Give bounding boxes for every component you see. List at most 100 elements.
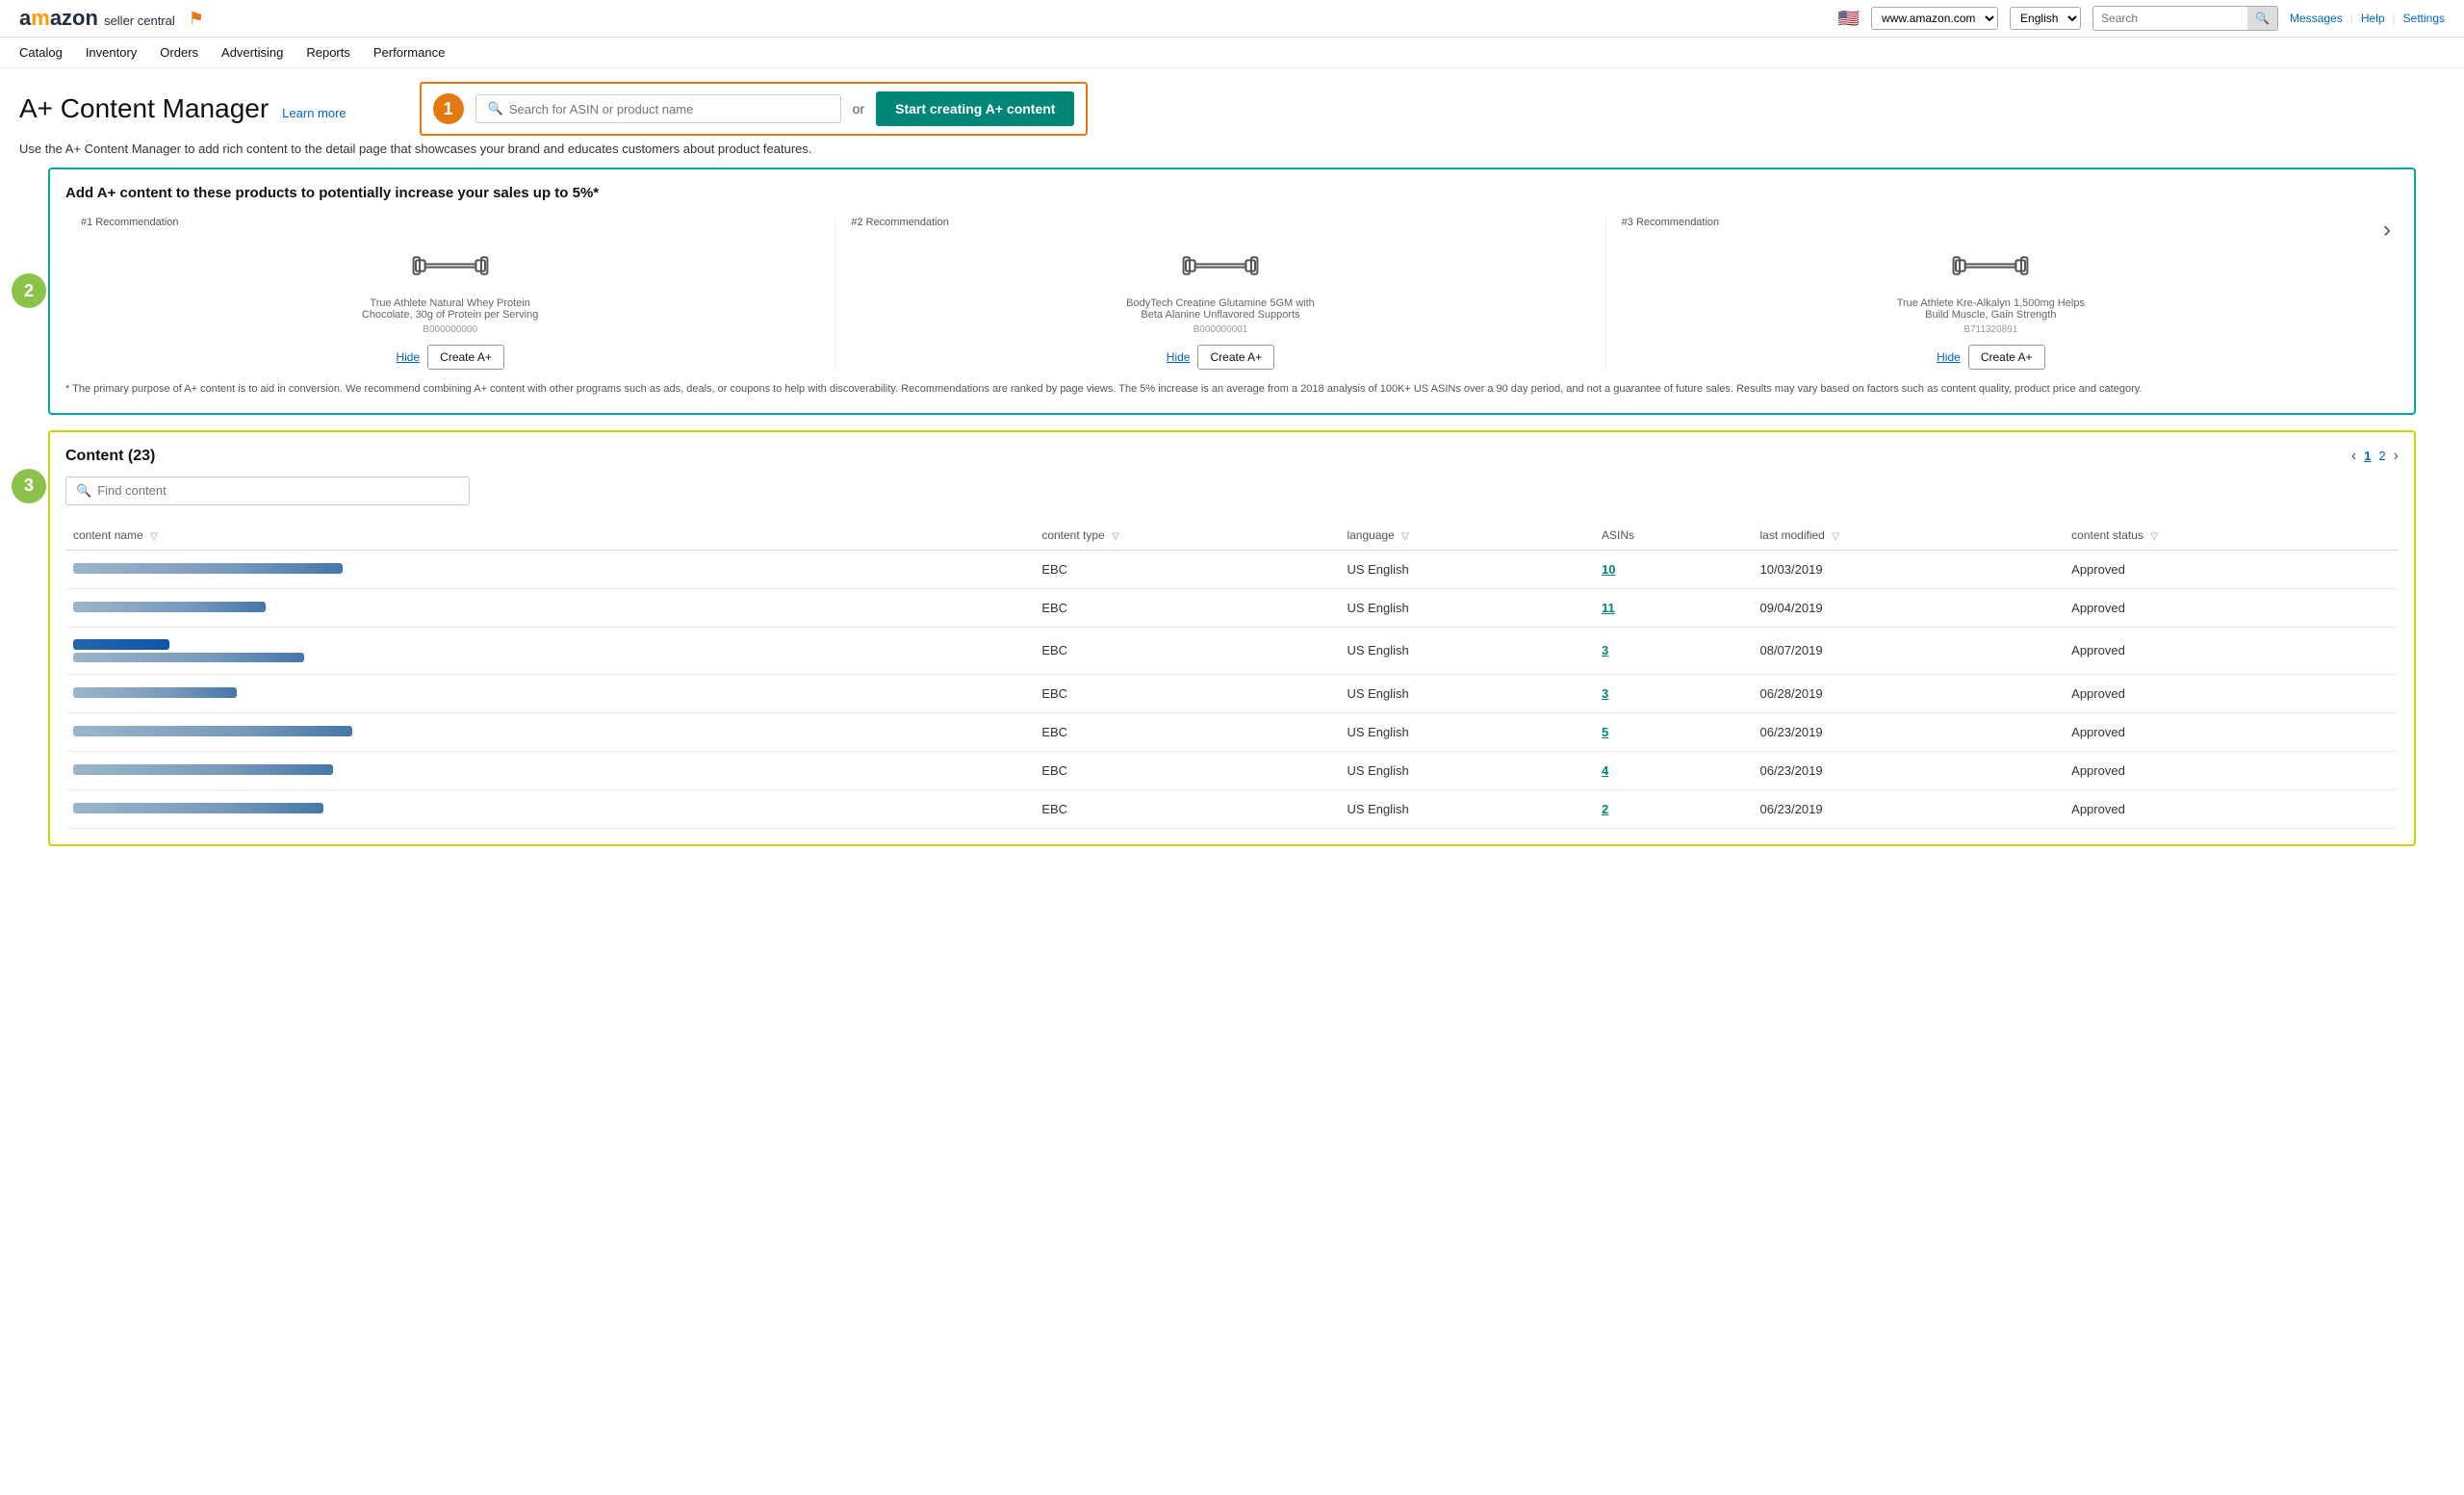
next-page-btn[interactable]: ›	[2394, 448, 2399, 465]
content-section: 3 Content (23) ‹ 1 2 › 🔍 content name	[29, 430, 2435, 846]
content-name-cell[interactable]	[65, 627, 1034, 674]
settings-link[interactable]: Settings	[2403, 12, 2445, 25]
content-name-cell[interactable]	[65, 674, 1034, 712]
dumbbell-icon-1	[412, 242, 489, 290]
status-cell: Approved	[2064, 789, 2399, 828]
dumbbell-icon-3	[1952, 242, 2029, 290]
asin-search-box[interactable]: 🔍	[475, 94, 841, 123]
search-button[interactable]: 🔍	[2247, 7, 2277, 30]
rec-actions-2: Hide Create A+	[1167, 345, 1274, 370]
modified-cell: 09/04/2019	[1752, 588, 2064, 627]
modified-cell: 10/03/2019	[1752, 550, 2064, 588]
dumbbell-icon-2	[1182, 242, 1259, 290]
page-1[interactable]: 1	[2364, 449, 2371, 463]
prev-page-btn[interactable]: ‹	[2351, 448, 2356, 465]
messages-link[interactable]: Messages	[2290, 12, 2343, 25]
recommendations-box: Add A+ content to these products to pote…	[48, 168, 2416, 415]
create-aplus-btn-3[interactable]: Create A+	[1968, 345, 2045, 370]
pin-icon: ⚑	[189, 9, 204, 29]
col-asins[interactable]: ASINs	[1594, 521, 1752, 551]
table-row: EBC US English 5 06/23/2019 Approved	[65, 712, 2399, 751]
content-title: Content (23)	[65, 448, 155, 465]
table-row: EBC US English 10 10/03/2019 Approved	[65, 550, 2399, 588]
nav-catalog[interactable]: Catalog	[19, 45, 63, 60]
rec-rank-2: #2 Recommendation	[851, 217, 949, 228]
page-description: Use the A+ Content Manager to add rich c…	[0, 142, 2464, 168]
create-aplus-btn-1[interactable]: Create A+	[427, 345, 504, 370]
language-cell: US English	[1339, 588, 1594, 627]
sort-icon-status: ▽	[2150, 531, 2158, 542]
status-cell: Approved	[2064, 751, 2399, 789]
url-select[interactable]: www.amazon.com	[1871, 7, 1998, 30]
hide-btn-1[interactable]: Hide	[396, 350, 420, 364]
content-name-cell[interactable]	[65, 789, 1034, 828]
content-name-cell[interactable]	[65, 588, 1034, 627]
recommendation-item-1: #1 Recommendation True Athlete Natural W…	[65, 217, 834, 370]
modified-cell: 06/23/2019	[1752, 751, 2064, 789]
recommendation-item-2: #2 Recommendation BodyTech Creatine Glut…	[834, 217, 1604, 370]
search-input[interactable]	[2093, 8, 2247, 29]
recommendations-title: Add A+ content to these products to pote…	[65, 185, 2399, 201]
nav-inventory[interactable]: Inventory	[86, 45, 137, 60]
page-title-group: A+ Content Manager Learn more	[19, 93, 346, 124]
nav-advertising[interactable]: Advertising	[221, 45, 283, 60]
asins-cell[interactable]: 10	[1594, 550, 1752, 588]
status-cell: Approved	[2064, 712, 2399, 751]
asins-cell[interactable]: 5	[1594, 712, 1752, 751]
language-select[interactable]: English	[2010, 7, 2081, 30]
col-language[interactable]: language ▽	[1339, 521, 1594, 551]
col-last-modified[interactable]: last modified ▽	[1752, 521, 2064, 551]
language-cell: US English	[1339, 627, 1594, 674]
language-cell: US English	[1339, 674, 1594, 712]
asins-cell[interactable]: 2	[1594, 789, 1752, 828]
table-row: EBC US English 2 06/23/2019 Approved	[65, 789, 2399, 828]
step2-badge: 2	[12, 273, 46, 308]
content-type-cell: EBC	[1034, 550, 1339, 588]
modified-cell: 08/07/2019	[1752, 627, 2064, 674]
col-content-name[interactable]: content name ▽	[65, 521, 1034, 551]
nav-performance[interactable]: Performance	[373, 45, 445, 60]
next-arrow[interactable]: ›	[2375, 217, 2399, 244]
content-name-cell[interactable]	[65, 751, 1034, 789]
step3-badge: 3	[12, 469, 46, 503]
asins-cell[interactable]: 4	[1594, 751, 1752, 789]
help-link[interactable]: Help	[2361, 12, 2385, 25]
content-name-cell[interactable]	[65, 712, 1034, 751]
find-content-search: 🔍	[65, 477, 470, 505]
hide-btn-3[interactable]: Hide	[1937, 350, 1961, 364]
col-content-status[interactable]: content status ▽	[2064, 521, 2399, 551]
content-type-cell: EBC	[1034, 751, 1339, 789]
learn-more-link[interactable]: Learn more	[282, 106, 346, 120]
or-text: or	[853, 101, 864, 116]
asins-cell[interactable]: 11	[1594, 588, 1752, 627]
nav-reports[interactable]: Reports	[306, 45, 350, 60]
nav-orders[interactable]: Orders	[160, 45, 198, 60]
main-nav: Catalog Inventory Orders Advertising Rep…	[0, 38, 2464, 68]
rec-actions-3: Hide Create A+	[1937, 345, 2044, 370]
sort-icon-lang: ▽	[1401, 531, 1409, 542]
col-content-type[interactable]: content type ▽	[1034, 521, 1339, 551]
start-creating-button[interactable]: Start creating A+ content	[876, 91, 1074, 126]
page-2[interactable]: 2	[2378, 449, 2385, 463]
create-aplus-btn-2[interactable]: Create A+	[1197, 345, 1274, 370]
rec-id-1: B000000000	[423, 324, 477, 335]
asins-cell[interactable]: 3	[1594, 627, 1752, 674]
find-content-input[interactable]	[97, 483, 459, 498]
amazon-logo: amazon seller central	[19, 6, 175, 31]
rec-id-2: B000000001	[1194, 324, 1248, 335]
asin-search-input[interactable]	[509, 102, 829, 116]
sort-icon-name: ▽	[150, 531, 158, 542]
pagination: ‹ 1 2 ›	[2351, 448, 2399, 465]
recommendation-item-3: #3 Recommendation True Athlete Kre-Alkal…	[1605, 217, 2375, 370]
page-header-row: A+ Content Manager Learn more 1 🔍 or Sta…	[0, 68, 2464, 142]
content-name-cell[interactable]	[65, 550, 1034, 588]
find-content-icon: 🔍	[76, 483, 91, 499]
step1-badge: 1	[433, 93, 464, 124]
sort-icon-modified: ▽	[1832, 531, 1839, 542]
rec-name-1: True Athlete Natural Whey Protein Chocol…	[354, 297, 547, 321]
recommendations-items: #1 Recommendation True Athlete Natural W…	[65, 217, 2399, 370]
hide-btn-2[interactable]: Hide	[1167, 350, 1191, 364]
asins-cell[interactable]: 3	[1594, 674, 1752, 712]
flag-icon: 🇺🇸	[1838, 9, 1860, 29]
modified-cell: 06/23/2019	[1752, 712, 2064, 751]
